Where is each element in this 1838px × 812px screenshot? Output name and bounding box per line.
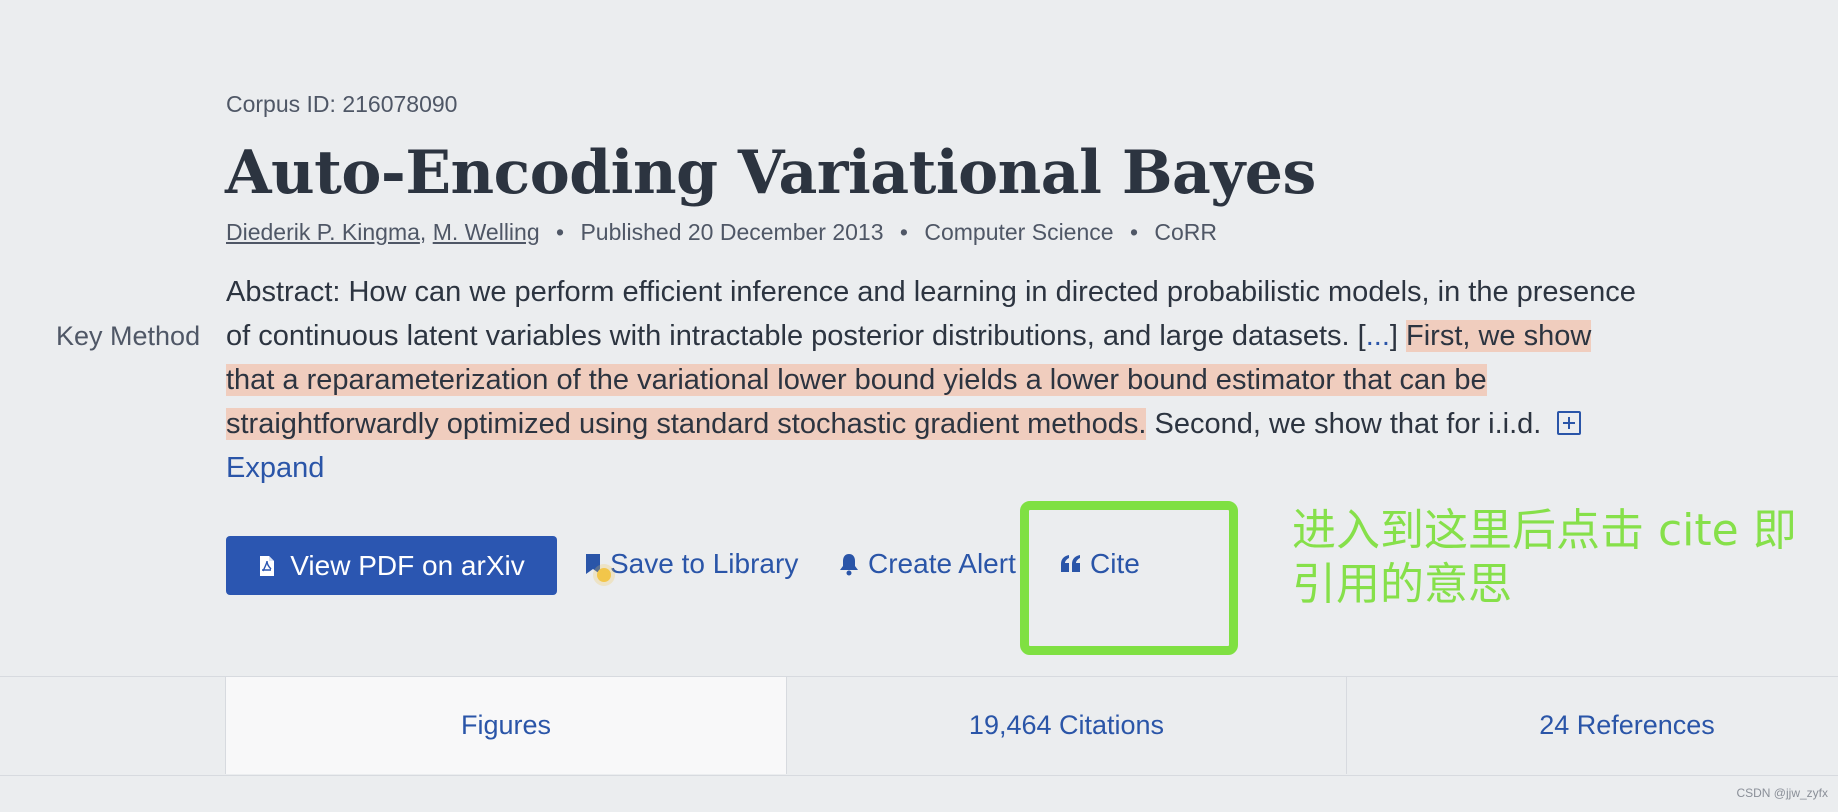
create-alert-label: Create Alert (868, 548, 1016, 579)
author-link[interactable]: Diederik P. Kingma (226, 219, 420, 245)
bell-icon (840, 554, 858, 576)
field-of-study: Computer Science (924, 219, 1114, 245)
publish-date: Published 20 December 2013 (580, 219, 884, 245)
meta-separator: • (1129, 219, 1139, 245)
corpus-id: Corpus ID: 216078090 (226, 91, 458, 117)
author-link[interactable]: M. Welling (433, 219, 540, 245)
meta-separator: • (556, 219, 565, 245)
save-to-library-button[interactable]: Save to Library (584, 548, 798, 580)
tab-references[interactable]: 24 References (1346, 677, 1838, 774)
watermark: CSDN @jjw_zyfx (1736, 786, 1828, 800)
tab-label: 24 References (1539, 710, 1715, 740)
tab-label: 19,464 Citations (968, 710, 1165, 740)
key-method-label: Key Method (56, 321, 201, 351)
view-pdf-label: View PDF on arXiv (290, 549, 525, 581)
meta-separator: • (899, 219, 908, 245)
create-alert-button[interactable]: Create Alert (838, 548, 1016, 580)
venue: CoRR (1154, 219, 1218, 245)
mouse-cursor-indicator (597, 568, 611, 582)
abstract-bracket: ] (1389, 320, 1398, 352)
annotation-text: 进入到这里后点击 cite 即引用的意思 (1292, 505, 1797, 610)
tab-citations[interactable]: 19,464 Citations (786, 677, 1346, 774)
expand-label: Expand (226, 452, 325, 484)
abstract-tail: Second, we show that for i.i.d. (1146, 408, 1542, 440)
tab-label: Figures (460, 710, 552, 740)
view-pdf-button[interactable]: View PDF on arXiv (226, 536, 557, 595)
abstract: Abstract: How can we perform efficient i… (226, 270, 1646, 490)
paper-meta: Diederik P. Kingma, M. Welling • Publish… (226, 219, 1218, 245)
pdf-file-icon (260, 555, 275, 576)
paper-title: Auto-Encoding Variational Bayes (225, 138, 1316, 208)
tab-figures[interactable]: Figures (225, 677, 786, 774)
save-label: Save to Library (610, 548, 799, 579)
abstract-ellipsis-link[interactable]: ... (1366, 320, 1390, 352)
annotation-highlight-box (1020, 501, 1238, 655)
plus-square-icon (1557, 411, 1582, 435)
